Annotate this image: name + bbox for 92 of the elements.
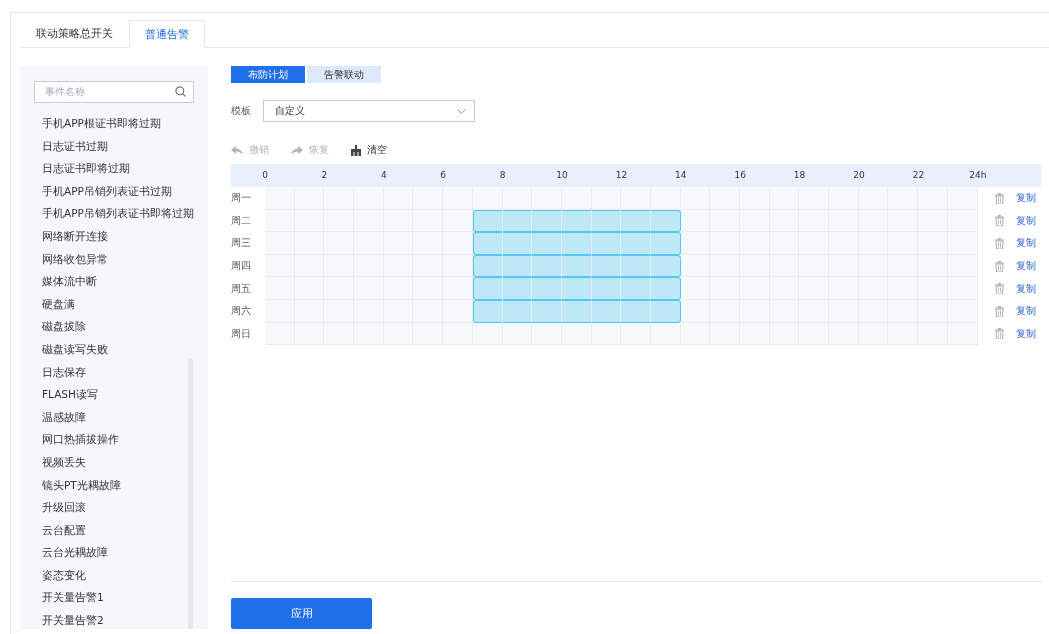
schedule-cell[interactable] (621, 277, 651, 300)
schedule-cell[interactable] (561, 232, 592, 255)
event-item[interactable]: 磁盘读写失败 (20, 337, 208, 361)
schedule-cell[interactable] (532, 277, 562, 300)
copy-link[interactable]: 复制 (1015, 236, 1036, 251)
schedule-cell[interactable] (650, 277, 681, 300)
event-item[interactable]: 温感故障 (20, 405, 208, 429)
schedule-cell[interactable] (532, 209, 562, 233)
event-item[interactable]: 硬盘满 (20, 292, 208, 316)
trash-icon[interactable] (994, 238, 1004, 249)
event-item[interactable]: 云台光耦故障 (20, 541, 208, 564)
event-item[interactable]: 日志证书过期 (20, 134, 208, 158)
schedule-cell[interactable] (561, 277, 592, 300)
hour-label: 6 (440, 170, 447, 180)
hour-label: 22 (912, 170, 925, 180)
event-item[interactable]: 网络收包异常 (20, 247, 208, 271)
hour-label: 10 (556, 170, 568, 180)
event-item[interactable]: 媒体流中断 (20, 270, 208, 293)
search-icon (175, 85, 186, 97)
trash-icon[interactable] (994, 192, 1004, 204)
event-item[interactable]: 手机APP吊销列表证书过期 (20, 179, 208, 203)
event-item[interactable]: 云台配置 (20, 518, 208, 542)
schedule-cell[interactable] (472, 277, 503, 300)
search-field[interactable]: 事件名称 (34, 80, 194, 103)
broom-icon (351, 144, 361, 156)
schedule-cell[interactable] (621, 209, 651, 233)
hour-label: 0 (262, 170, 268, 180)
schedule-cell[interactable] (621, 232, 651, 255)
hour-label: 16 (734, 170, 746, 180)
trash-icon[interactable] (994, 328, 1004, 340)
day-label: 周六 (231, 304, 252, 319)
undo-icon (231, 145, 243, 155)
event-item[interactable]: 姿态变化 (20, 563, 208, 587)
hour-label: 4 (380, 170, 387, 180)
schedule-cell[interactable] (532, 299, 562, 323)
hour-label: 20 (853, 170, 865, 180)
trash-icon[interactable] (994, 305, 1004, 317)
event-item[interactable]: 日志保存 (20, 360, 208, 384)
clear-button[interactable]: 清空 (351, 143, 387, 157)
hour-label: 2 (321, 170, 328, 180)
subtab[interactable]: 告警联动 (307, 66, 381, 83)
day-label: 周一 (231, 191, 252, 206)
tab[interactable]: 联动策略总开关 (20, 20, 129, 47)
trash-icon[interactable] (994, 215, 1004, 227)
apply-button[interactable]: 应用 (231, 598, 372, 629)
event-item[interactable]: 开关量告警2 (20, 609, 208, 629)
redo-icon (291, 145, 303, 155)
day-label: 周三 (231, 236, 252, 251)
schedule-cell[interactable] (532, 254, 562, 278)
trash-icon[interactable] (994, 260, 1004, 272)
hour-label: 8 (499, 170, 506, 180)
event-item[interactable]: 开关量告警1 (20, 586, 208, 610)
schedule-cell[interactable] (502, 277, 533, 300)
event-item[interactable]: 磁盘拔除 (20, 315, 208, 338)
copy-link[interactable]: 复制 (1015, 213, 1036, 228)
day-label: 周日 (231, 326, 252, 341)
template-label: 模板 (231, 104, 251, 118)
tab[interactable]: 普通告警 (129, 20, 205, 48)
copy-link[interactable]: 复制 (1015, 304, 1036, 319)
template-dropdown[interactable]: 自定义 (263, 100, 475, 122)
schedule-cell[interactable] (621, 299, 651, 323)
event-item[interactable]: 视频丢失 (20, 450, 208, 474)
day-label: 周二 (231, 213, 252, 228)
event-item[interactable]: 日志证书即将过期 (20, 157, 208, 180)
copy-link[interactable]: 复制 (1015, 281, 1036, 296)
copy-link[interactable]: 复制 (1015, 326, 1036, 341)
copy-link[interactable]: 复制 (1015, 191, 1036, 206)
event-item[interactable]: FLASH读写 (20, 383, 208, 406)
copy-link[interactable]: 复制 (1015, 259, 1036, 274)
event-item[interactable]: 网口热插拔操作 (20, 428, 208, 451)
event-item[interactable]: 升级回滚 (20, 496, 208, 519)
schedule-cell[interactable] (650, 232, 681, 255)
event-item[interactable]: 网络断开连接 (20, 224, 208, 248)
hour-label: 12 (615, 170, 628, 180)
schedule-cell[interactable] (532, 232, 562, 255)
hour-label: 18 (793, 170, 806, 180)
schedule-cell[interactable] (502, 232, 533, 255)
day-label: 周五 (231, 281, 252, 296)
event-item[interactable]: 镜头PT光耦故障 (20, 473, 208, 497)
scrollbar[interactable] (188, 358, 193, 629)
hour-label: 14 (675, 170, 687, 180)
schedule-cell[interactable] (472, 232, 503, 255)
subtab[interactable]: 布防计划 (231, 66, 305, 83)
hour-label: 24h (969, 170, 987, 180)
day-label: 周四 (231, 259, 252, 274)
schedule-cell[interactable] (621, 254, 651, 278)
trash-icon[interactable] (994, 283, 1004, 295)
event-item[interactable]: 手机APP吊销列表证书即将过期 (20, 202, 208, 225)
schedule-cell[interactable] (591, 232, 622, 255)
chevron-down-icon (457, 108, 466, 114)
schedule-cell[interactable] (591, 277, 622, 300)
event-item[interactable]: 手机APP根证书即将过期 (20, 112, 208, 135)
